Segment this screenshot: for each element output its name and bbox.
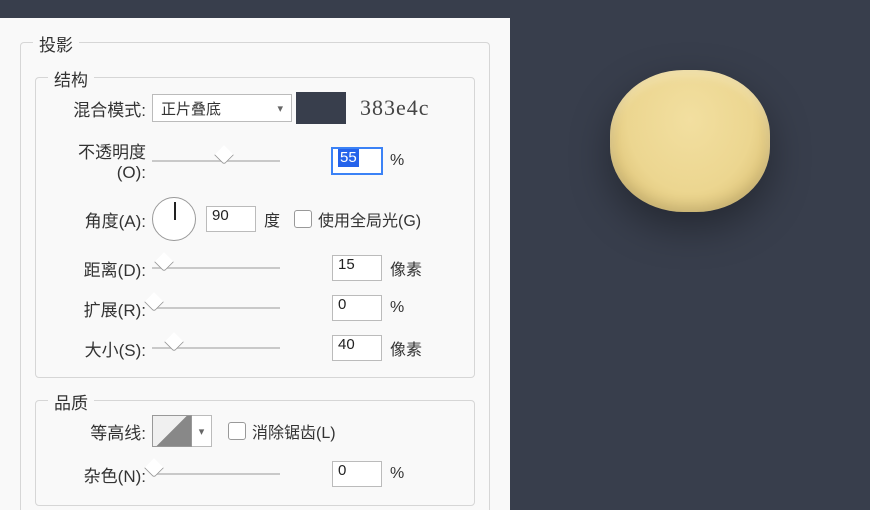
angle-dial[interactable] xyxy=(152,197,196,241)
distance-row: 距离(D): 15 像素 xyxy=(50,255,460,281)
opacity-unit: % xyxy=(390,152,404,170)
shadow-color-swatch[interactable] xyxy=(296,92,346,124)
chevron-down-icon: ▾ xyxy=(277,102,283,115)
drop-shadow-fieldset: 投影 结构 混合模式: 正片叠底 ▾ 383e4c 不透明度(O): xyxy=(20,42,490,510)
opacity-row: 不透明度(O): 55 % xyxy=(50,138,460,183)
canvas-preview xyxy=(510,0,870,510)
spread-unit: % xyxy=(390,299,404,317)
blend-mode-label: 混合模式: xyxy=(50,96,152,121)
noise-slider[interactable] xyxy=(152,464,280,484)
noise-row: 杂色(N): 0 % xyxy=(50,461,460,487)
drop-shadow-title: 投影 xyxy=(33,31,79,56)
spread-row: 扩展(R): 0 % xyxy=(50,295,460,321)
distance-label: 距离(D): xyxy=(50,256,152,281)
structure-fieldset: 结构 混合模式: 正片叠底 ▾ 383e4c 不透明度(O): 55 xyxy=(35,77,475,378)
distance-slider[interactable] xyxy=(152,258,280,278)
distance-unit: 像素 xyxy=(390,256,422,280)
opacity-input[interactable]: 55 xyxy=(332,148,382,174)
noise-unit: % xyxy=(390,465,404,483)
global-light-checkbox[interactable] xyxy=(294,210,312,228)
chevron-down-icon: ▾ xyxy=(199,425,205,438)
spread-slider[interactable] xyxy=(152,298,280,318)
color-hex-annotation: 383e4c xyxy=(360,95,430,121)
angle-label: 角度(A): xyxy=(50,207,152,232)
contour-swatch[interactable] xyxy=(152,415,192,447)
contour-label: 等高线: xyxy=(50,419,152,444)
angle-unit: 度 xyxy=(264,207,280,231)
noise-input[interactable]: 0 xyxy=(332,461,382,487)
size-row: 大小(S): 40 像素 xyxy=(50,335,460,361)
distance-input[interactable]: 15 xyxy=(332,255,382,281)
size-input[interactable]: 40 xyxy=(332,335,382,361)
antialias-checkbox[interactable] xyxy=(228,422,246,440)
layer-style-panel: 投影 结构 混合模式: 正片叠底 ▾ 383e4c 不透明度(O): xyxy=(0,0,510,510)
blend-mode-row: 混合模式: 正片叠底 ▾ 383e4c xyxy=(50,92,460,124)
opacity-slider[interactable] xyxy=(152,151,280,171)
quality-title: 品质 xyxy=(48,389,94,414)
global-light-label: 使用全局光(G) xyxy=(318,207,421,231)
size-slider[interactable] xyxy=(152,338,280,358)
quality-fieldset: 品质 等高线: ▾ 消除锯齿(L) 杂色(N): 0 % xyxy=(35,400,475,506)
angle-input[interactable]: 90 xyxy=(206,206,256,232)
blend-mode-value: 正片叠底 xyxy=(161,98,221,119)
antialias-label: 消除锯齿(L) xyxy=(252,419,336,443)
titlebar xyxy=(0,0,510,18)
contour-dropdown[interactable]: ▾ xyxy=(192,415,212,447)
size-label: 大小(S): xyxy=(50,336,152,361)
blend-mode-select[interactable]: 正片叠底 ▾ xyxy=(152,94,292,122)
preview-shape xyxy=(610,70,770,212)
angle-row: 角度(A): 90 度 使用全局光(G) xyxy=(50,197,460,241)
structure-title: 结构 xyxy=(48,66,94,91)
contour-row: 等高线: ▾ 消除锯齿(L) xyxy=(50,415,460,447)
spread-input[interactable]: 0 xyxy=(332,295,382,321)
size-unit: 像素 xyxy=(390,336,422,360)
noise-label: 杂色(N): xyxy=(50,462,152,487)
spread-label: 扩展(R): xyxy=(50,296,152,321)
opacity-label: 不透明度(O): xyxy=(50,138,152,183)
